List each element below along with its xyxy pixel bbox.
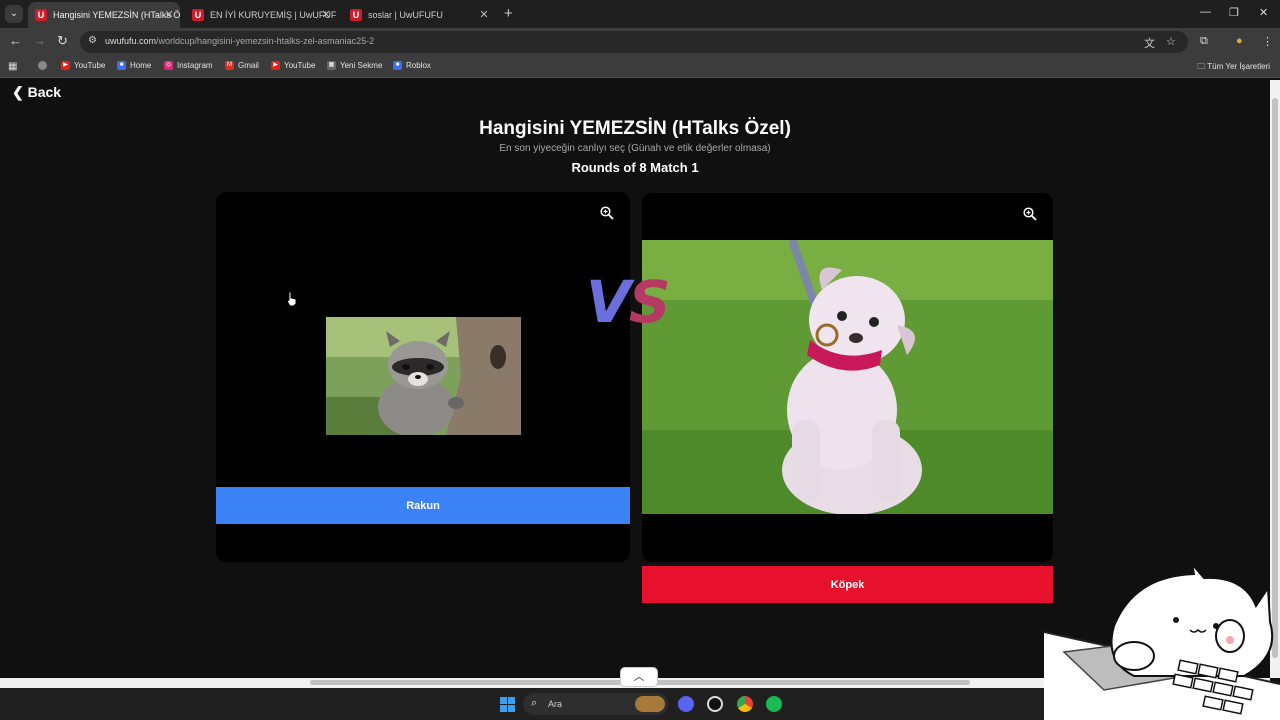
bongo-cat-overlay [1044,566,1280,720]
choose-left-button[interactable]: Rakun [216,487,630,524]
tab-search-button[interactable]: ⌄ [5,5,23,23]
minimize-icon[interactable]: — [1200,6,1211,18]
bookmark-home[interactable]: ■ Home [117,61,151,70]
chevron-up-icon[interactable]: ︿ [620,667,658,687]
back-link[interactable]: ❮ Back [12,84,61,101]
profile-icon[interactable]: ● [1236,35,1243,47]
vs-logo: VS [586,268,671,336]
chrome-shortcut-icon[interactable] [38,61,51,70]
hand-cursor-icon [286,291,297,307]
gmail-icon: M [225,61,234,70]
tab-2[interactable]: U EN İYİ KURUYEMİŞ | UwUFUFU ✕ [185,2,337,28]
tab-strip: ⌄ U Hangisini YEMEZSİN (HTalks Öz ✕ U EN… [0,0,1280,28]
extensions-icon[interactable]: ⧉ [1200,35,1208,48]
folder-icon: 🗀 [1197,62,1208,71]
bookmark-youtube-2[interactable]: ▶ YouTube [271,61,315,70]
page-title: Hangisini YEMEZSİN (HTalks Özel) [479,118,791,139]
tab-title: Hangisini YEMEZSİN (HTalks Öz [53,10,180,20]
puppy-image [642,240,1053,514]
close-icon[interactable]: ✕ [319,8,333,21]
uwufufu-favicon-icon: U [192,9,204,21]
bookmarks-bar: ▦ ▶ YouTube ■ Home ◎ Instagram M Gmail ▶ YouT… [0,56,1280,78]
bookmark-gmail[interactable]: M Gmail [225,61,259,70]
obs-icon[interactable] [707,696,723,712]
close-icon[interactable]: ✕ [477,8,491,21]
raccoon-image [326,317,521,435]
browser-toolbar: ← → ↻ ⚙ uwufufu.com/worldcup/hangisini-y… [0,28,1280,56]
youtube-icon: ▶ [61,61,70,70]
taskbar-search[interactable]: ⌕ Ara [523,693,668,715]
apps-grid-icon[interactable]: ▦ [8,61,17,72]
round-indicator: Rounds of 8 Match 1 [571,160,699,175]
screen: { "browser": { "tabs": [ {"label": "Hang… [0,0,1280,720]
address-bar[interactable]: ⚙ uwufufu.com/worldcup/hangisini-yemezsi… [80,31,1188,53]
instagram-icon: ◎ [164,61,173,70]
bookmark-roblox[interactable]: ■ Roblox [393,61,431,70]
windows-start-icon[interactable] [500,697,515,712]
back-arrow-icon[interactable]: ← [9,33,22,48]
forward-arrow-icon[interactable]: → [33,33,46,48]
zoom-in-icon[interactable] [600,206,614,220]
tab-title: soslar | UwUFUFU [368,10,443,20]
bookmark-new-tab[interactable]: ▦ Yeni Sekme [327,61,382,70]
choose-right-button[interactable]: Köpek [642,566,1053,603]
discord-icon[interactable] [678,696,694,712]
new-tab-plus-icon[interactable]: + [504,5,513,22]
search-icon: ⌕ [531,697,538,709]
reload-icon[interactable]: ↻ [57,33,68,49]
spotify-icon[interactable] [766,696,782,712]
restore-icon[interactable]: ❐ [1229,6,1239,19]
translate-icon[interactable]: 文 [1144,35,1155,51]
window-close-icon[interactable]: ✕ [1259,6,1268,19]
chrome-icon[interactable] [737,696,753,712]
grid-icon: ▦ [327,61,336,70]
site-info-icon[interactable]: ⚙ [88,35,97,46]
bookmark-instagram[interactable]: ◎ Instagram [164,61,213,70]
right-candidate-card[interactable] [642,193,1053,562]
uwufufu-favicon-icon: U [35,9,47,21]
page-subtitle: En son yiyeceğin canlıyı seç (Günah ve e… [499,143,771,154]
menu-kebab-icon[interactable]: ⋮ [1262,35,1273,48]
close-icon[interactable]: ✕ [162,8,176,21]
tab-title: EN İYİ KURUYEMİŞ | UwUFUFU [210,10,337,20]
url-text: uwufufu.com/worldcup/hangisini-yemezsin-… [105,36,375,46]
bookmark-star-icon[interactable]: ☆ [1166,35,1176,48]
zoom-in-icon[interactable] [1023,207,1037,221]
bookmark-youtube[interactable]: ▶ YouTube [61,61,105,70]
roblox-icon: ■ [393,61,402,70]
tab-3[interactable]: U soslar | UwUFUFU ✕ [343,2,495,28]
chevron-left-icon: ❮ [12,84,28,100]
uwufufu-favicon-icon: U [350,9,362,21]
tab-1[interactable]: U Hangisini YEMEZSİN (HTalks Öz ✕ [28,2,180,28]
search-highlight-icon [635,696,665,712]
roblox-icon: ■ [117,61,126,70]
all-bookmarks-folder[interactable]: 🗀 Tüm Yer İşaretleri [1197,61,1270,75]
youtube-icon: ▶ [271,61,280,70]
